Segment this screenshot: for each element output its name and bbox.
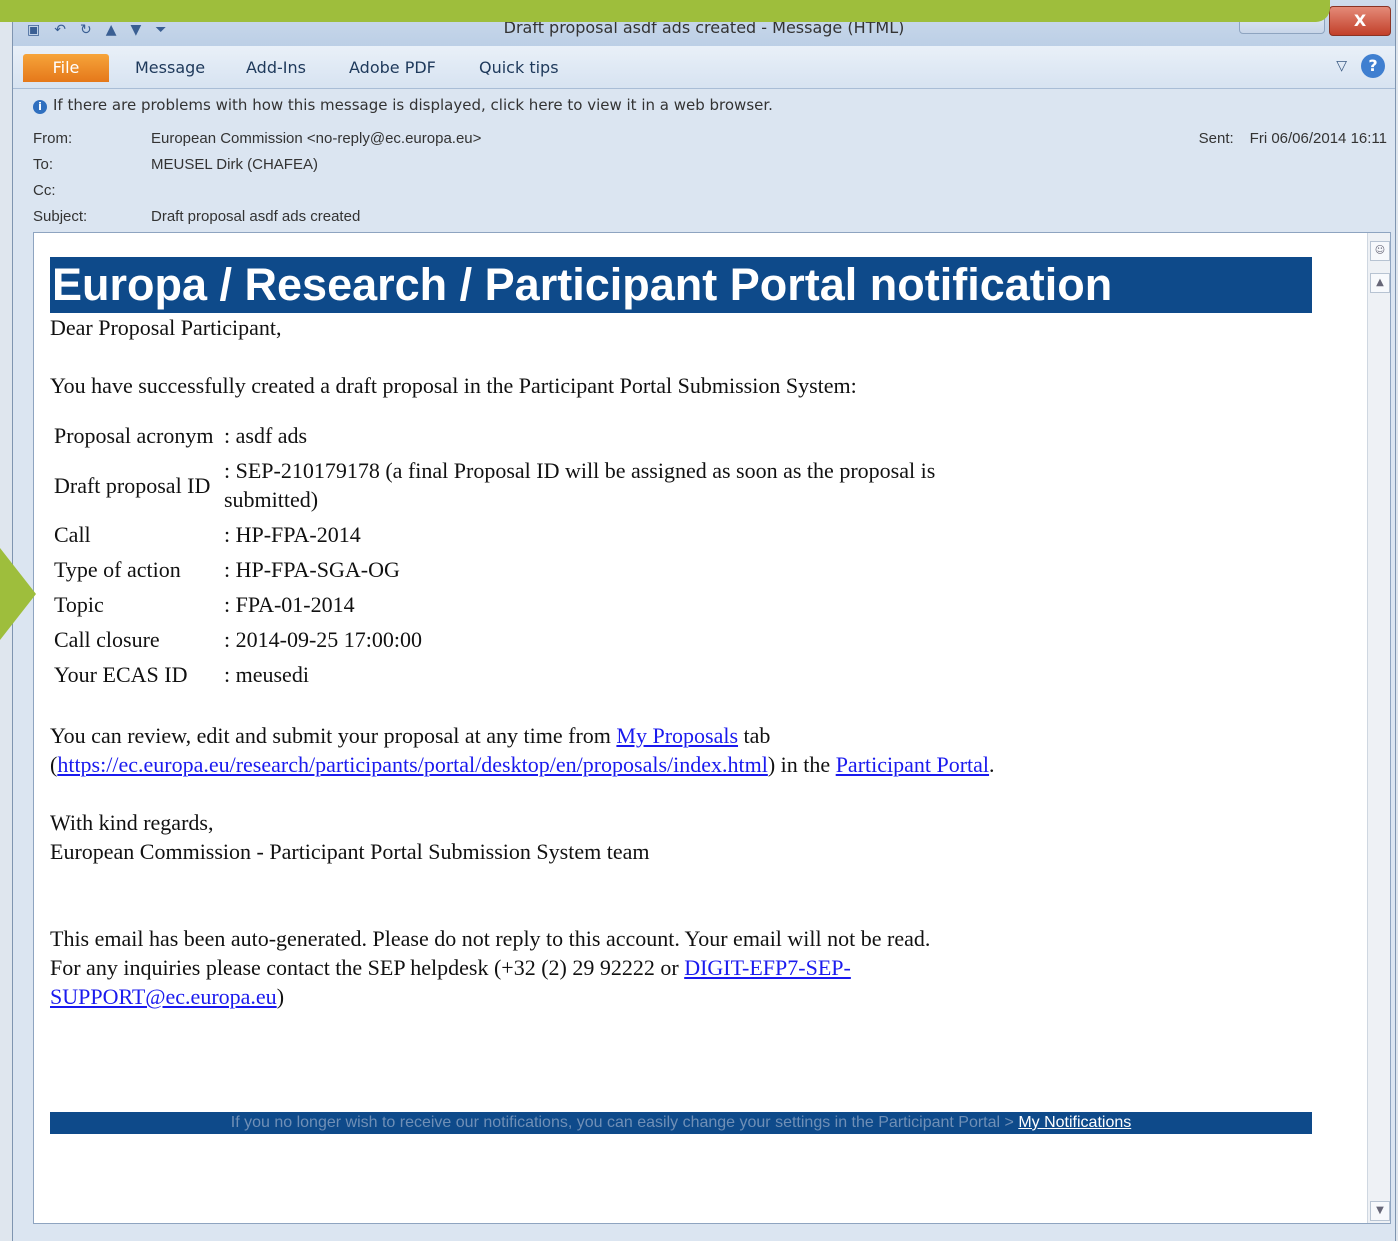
highlight-banner	[0, 0, 1330, 22]
from-label: From:	[33, 130, 73, 147]
notification-settings-bar: If you no longer wish to receive our not…	[50, 1112, 1312, 1134]
detail-value: : SEP-210179178 (a final Proposal ID wil…	[224, 458, 936, 512]
signature: European Commission - Participant Portal…	[50, 839, 650, 864]
to-label: To:	[33, 156, 54, 173]
detail-value: : meusedi	[224, 662, 309, 687]
inquiries-text-start: For any inquiries please contact the SEP…	[50, 955, 685, 980]
detail-label: Type of action	[54, 557, 181, 582]
info-bar-text: If there are problems with how this mess…	[53, 96, 773, 114]
table-row: Proposal acronym : asdf ads	[50, 418, 1028, 453]
detail-value: : 2014-09-25 17:00:00	[224, 627, 422, 652]
ribbon: File Message Add-Ins Adobe PDF Quick tip…	[13, 46, 1395, 89]
intro-text: You have successfully created a draft pr…	[50, 373, 857, 398]
table-row: Draft proposal ID : SEP-210179178 (a fin…	[50, 453, 1028, 517]
subject-value: Draft proposal asdf ads created	[151, 208, 361, 225]
my-notifications-link[interactable]: My Notifications	[1018, 1114, 1131, 1131]
message-body: ☺ ▲ ▼ Europa / Research / Participant Po…	[33, 232, 1391, 1224]
tab-file[interactable]: File	[23, 54, 109, 82]
detail-label: Call	[54, 522, 91, 547]
proposal-details-table: Proposal acronym : asdf ads Draft propos…	[50, 418, 1028, 692]
tab-quick-tips[interactable]: Quick tips	[479, 54, 559, 82]
detail-value: : HP-FPA-2014	[224, 522, 361, 547]
detail-value: : HP-FPA-SGA-OG	[224, 557, 400, 582]
tab-message[interactable]: Message	[135, 54, 205, 82]
detail-label: Draft proposal ID	[54, 472, 211, 498]
review-paragraph: You can review, edit and submit your pro…	[50, 721, 1020, 779]
detail-value: : asdf ads	[224, 423, 308, 448]
info-icon: i	[33, 100, 47, 114]
footer-text: If you no longer wish to receive our not…	[230, 1114, 1019, 1131]
review-text-start: You can review, edit and submit your pro…	[50, 723, 617, 748]
vertical-scrollbar[interactable]: ☺ ▲ ▼	[1367, 233, 1390, 1223]
detail-value: : FPA-01-2014	[224, 592, 355, 617]
outlook-message-window: ▣ ↶ ↻ ▲ ▼ ⏷ Draft proposal asdf ads crea…	[12, 0, 1396, 1241]
minimize-ribbon-icon[interactable]: ▽	[1336, 58, 1347, 74]
email-content: Europa / Research / Participant Portal n…	[50, 257, 1312, 1011]
table-row: Call closure : 2014-09-25 17:00:00	[50, 622, 1028, 657]
greeting: Dear Proposal Participant,	[50, 315, 282, 340]
sent-field: Sent: Fri 06/06/2014 16:11	[1199, 130, 1387, 147]
people-pane-icon[interactable]: ☺	[1370, 241, 1390, 261]
table-row: Type of action : HP-FPA-SGA-OG	[50, 552, 1028, 587]
help-icon[interactable]: ?	[1361, 54, 1385, 78]
detail-label: Proposal acronym	[54, 423, 214, 448]
review-text-mid2: ) in the	[767, 752, 836, 777]
close-button[interactable]: X	[1329, 6, 1391, 36]
inquiries-text-end: )	[276, 984, 285, 1009]
my-proposals-link[interactable]: My Proposals	[616, 723, 738, 748]
subject-label: Subject:	[33, 208, 88, 225]
tab-adobe-pdf[interactable]: Adobe PDF	[349, 54, 436, 82]
detail-label: Call closure	[54, 627, 160, 652]
table-row: Topic : FPA-01-2014	[50, 587, 1028, 622]
proposals-url-link[interactable]: https://ec.europa.eu/research/participan…	[57, 752, 768, 777]
review-text-end: .	[989, 752, 995, 777]
cc-label: Cc:	[33, 182, 56, 199]
scroll-up-button[interactable]: ▲	[1370, 273, 1390, 293]
regards: With kind regards,	[50, 810, 214, 835]
to-value[interactable]: MEUSEL Dirk (CHAFEA)	[151, 156, 318, 173]
scroll-down-button[interactable]: ▼	[1370, 1201, 1390, 1221]
info-bar[interactable]: i If there are problems with how this mes…	[33, 96, 773, 114]
portal-banner: Europa / Research / Participant Portal n…	[50, 257, 1312, 313]
detail-label: Topic	[54, 592, 104, 617]
table-row: Your ECAS ID : meusedi	[50, 657, 1028, 692]
participant-portal-link[interactable]: Participant Portal	[836, 752, 989, 777]
sent-label: Sent:	[1198, 130, 1234, 147]
auto-generated-notice: This email has been auto-generated. Plea…	[50, 926, 931, 951]
table-row: Call : HP-FPA-2014	[50, 517, 1028, 552]
tab-add-ins[interactable]: Add-Ins	[246, 54, 306, 82]
sent-value: Fri 06/06/2014 16:11	[1249, 130, 1387, 147]
from-value[interactable]: European Commission <no-reply@ec.europa.…	[151, 130, 481, 147]
inquiries-text: For any inquiries please contact the SEP…	[50, 953, 950, 1011]
highlight-arrow-icon	[0, 548, 36, 640]
detail-label: Your ECAS ID	[54, 662, 188, 687]
